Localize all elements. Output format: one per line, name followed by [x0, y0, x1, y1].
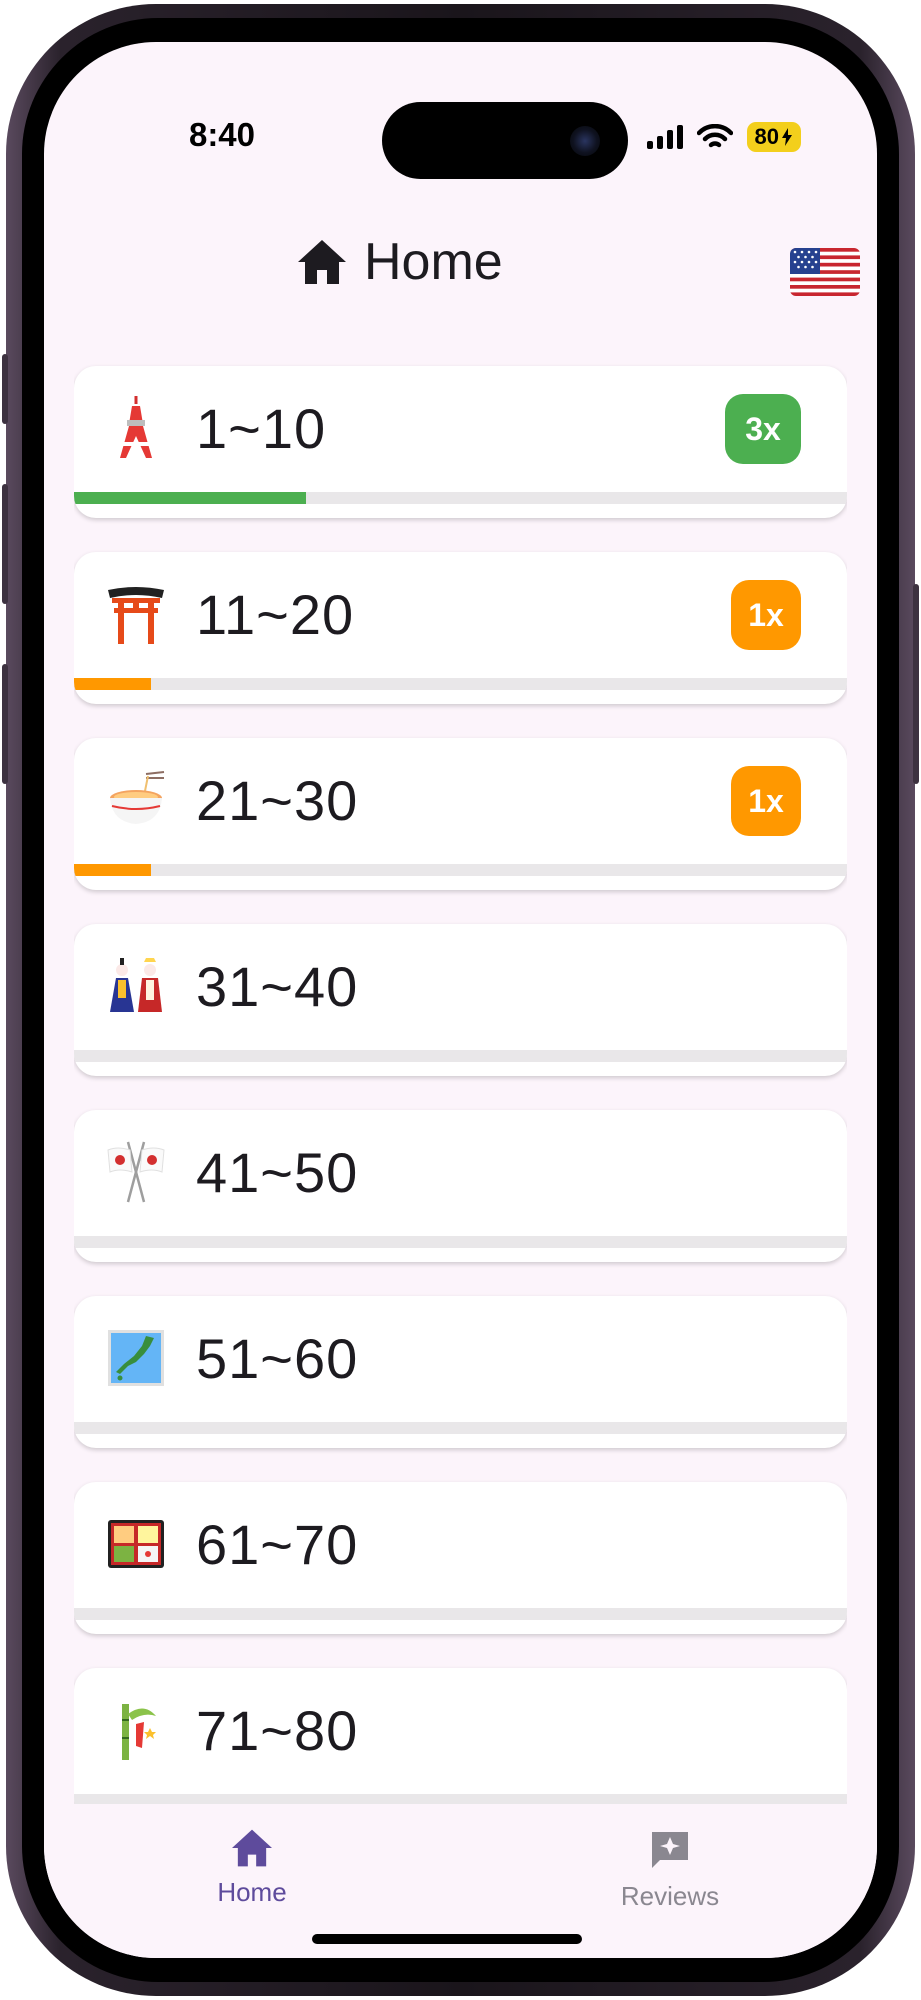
- ramen-bowl-icon: [110, 771, 165, 824]
- item-label: 71~80: [196, 1699, 359, 1762]
- japan-map-icon: [108, 1330, 164, 1386]
- page-title: Home: [364, 233, 503, 291]
- list-item[interactable]: 51~60: [74, 1296, 847, 1448]
- progress-track: [74, 678, 847, 690]
- progress-track: [74, 1608, 847, 1620]
- list-item[interactable]: 1~10 3x: [74, 366, 847, 518]
- nav-reviews-label: Reviews: [620, 1881, 720, 1911]
- hina-dolls-icon: [110, 958, 162, 1012]
- status-badge: 1x: [731, 580, 801, 650]
- progress-fill: [74, 492, 306, 504]
- range-list[interactable]: 1~10 3x 11~20 1x 21~30 1x 31~40 41~50 51…: [74, 324, 847, 1804]
- torii-gate-icon: [108, 587, 164, 644]
- item-label: 41~50: [196, 1141, 359, 1204]
- home-icon: [298, 240, 346, 284]
- screen: 8:40 80 Home 1~10 3x 11~20 1x 21~30 1x 3…: [44, 42, 877, 1958]
- dynamic-island: [382, 102, 628, 179]
- progress-track: [74, 864, 847, 876]
- progress-track: [74, 1794, 847, 1804]
- nav-reviews[interactable]: Reviews: [580, 1828, 760, 1912]
- bento-box-icon: [108, 1520, 164, 1568]
- item-label: 21~30: [196, 769, 359, 832]
- status-badge: 1x: [731, 766, 801, 836]
- nav-home[interactable]: Home: [162, 1828, 342, 1908]
- status-badge: 3x: [725, 394, 801, 464]
- item-label: 61~70: [196, 1513, 359, 1576]
- item-label: 51~60: [196, 1327, 359, 1390]
- nav-home-label: Home: [217, 1877, 287, 1907]
- power-button: [913, 584, 919, 784]
- charging-bolt-icon: [782, 128, 792, 146]
- item-label: 31~40: [196, 955, 359, 1018]
- tanabata-tree-icon: [122, 1704, 156, 1760]
- list-item[interactable]: 11~20 1x: [74, 552, 847, 704]
- list-item[interactable]: 41~50: [74, 1110, 847, 1262]
- progress-track: [74, 1236, 847, 1248]
- progress-track: [74, 1050, 847, 1062]
- volume-up-button: [2, 484, 8, 604]
- cellular-signal-icon: [646, 125, 683, 149]
- status-icons: 80: [646, 122, 801, 152]
- progress-fill: [74, 678, 152, 690]
- battery-level: 80: [754, 124, 779, 149]
- list-item[interactable]: 61~70: [74, 1482, 847, 1634]
- progress-fill: [74, 864, 152, 876]
- action-button: [2, 354, 8, 424]
- wifi-icon: [696, 124, 733, 148]
- list-item[interactable]: 31~40: [74, 924, 847, 1076]
- progress-track: [74, 1422, 847, 1434]
- app-header: Home: [44, 222, 877, 302]
- home-icon: [232, 1829, 272, 1867]
- volume-down-button: [2, 664, 8, 784]
- list-item[interactable]: 71~80: [74, 1668, 847, 1804]
- page-title-group: Home: [296, 232, 503, 292]
- camera-icon: [570, 126, 600, 156]
- item-label: 1~10: [196, 397, 327, 460]
- progress-track: [74, 492, 847, 504]
- list-item[interactable]: 21~30 1x: [74, 738, 847, 890]
- reviews-icon: [652, 1832, 688, 1868]
- home-indicator: [312, 1934, 582, 1944]
- tokyo-tower-icon: [120, 396, 152, 458]
- item-label: 11~20: [196, 583, 355, 646]
- battery-indicator: 80: [746, 122, 801, 152]
- us-flag-icon[interactable]: [790, 248, 860, 296]
- crossed-flags-icon: [107, 1141, 165, 1203]
- status-time: 8:40: [188, 116, 256, 153]
